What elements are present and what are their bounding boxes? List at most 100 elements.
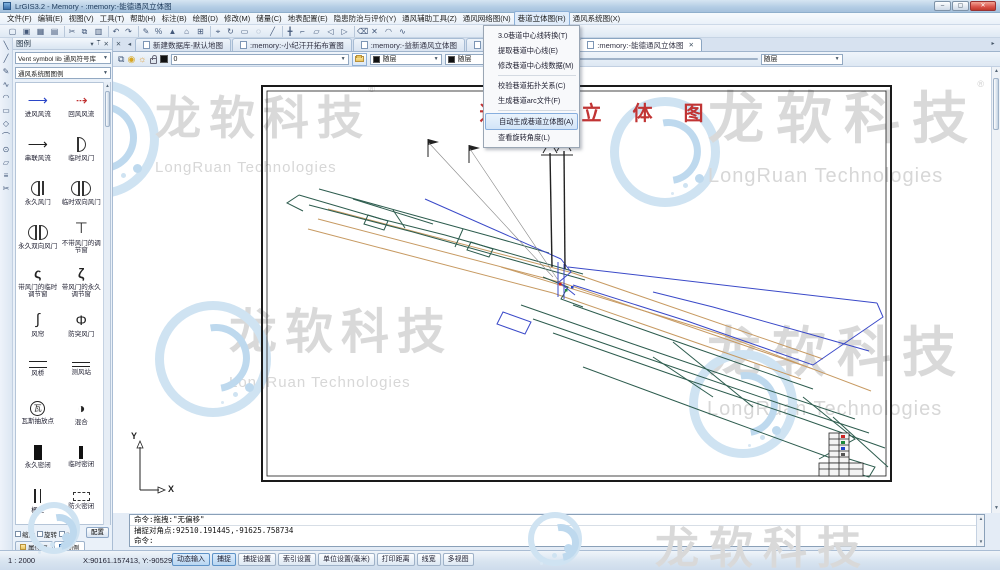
layer-manager-button[interactable] [352, 53, 367, 66]
legend-item[interactable]: 临时密闭 [60, 435, 104, 479]
spline-tool-icon[interactable]: ∿ [3, 80, 10, 89]
move-icon[interactable]: ⌖ [210, 26, 223, 37]
menu-item[interactable]: 帮助(H) [127, 12, 158, 25]
context-menu-item[interactable]: 生成巷道arc文件(F) [484, 93, 579, 108]
menu-item[interactable]: 通风系统图(X) [570, 12, 624, 25]
menu-item[interactable]: 通风网络图(N) [460, 12, 514, 25]
context-menu-item[interactable]: 校验巷道拓扑关系(C) [484, 78, 579, 93]
home-icon[interactable]: ⌂ [180, 26, 193, 37]
collapse-icon[interactable]: ▾ [90, 40, 93, 48]
curve-icon[interactable]: ∿ [396, 26, 409, 37]
arrow-left-icon[interactable]: ◁ [324, 26, 337, 37]
lineweight-select[interactable]: 随层 ▼ [761, 54, 843, 65]
document-tab[interactable]: :memory:-小纪汗开拓布置图 ✕ [232, 38, 352, 51]
copy-properties-icon[interactable]: ⧉ [118, 53, 124, 66]
rectangle-icon[interactable]: ▭ [238, 26, 251, 37]
delete-icon[interactable]: ✕ [368, 26, 381, 37]
line-tool-icon[interactable]: ╲ [4, 41, 9, 50]
redo-icon[interactable]: ↷ [122, 26, 135, 37]
status-toggle-button[interactable]: 线宽 [417, 553, 441, 566]
legend-item[interactable]: ⇢ 回风风流 [60, 83, 104, 127]
menu-item[interactable]: 隐患防治与评价(Y) [331, 12, 400, 25]
cut-icon[interactable]: ✂ [64, 26, 77, 37]
legend-item[interactable]: 瓦 瓦斯抽放点 [16, 391, 60, 435]
command-scrollbar[interactable]: ▲ ▼ [976, 515, 984, 546]
symbol-library-select[interactable]: Vent symbol lib 通风符号库 ▼ [15, 52, 111, 64]
menu-item[interactable]: 文件(F) [4, 12, 35, 25]
legend-panel-header[interactable]: 图例 ▾ ⍑ ✕ [13, 38, 112, 50]
scroll-down-icon[interactable]: ▼ [992, 504, 1000, 513]
legend-item[interactable]: ⊤ 不带风门的调节窗 [60, 215, 104, 259]
layer-color-swatch[interactable] [160, 55, 168, 63]
context-menu-item[interactable]: 3.0巷道中心线转换(T) [484, 28, 579, 43]
document-tab[interactable]: :memory:-能德通风立体图 ✕ [579, 38, 702, 51]
context-menu-item[interactable]: 自动生成巷道立体图(A) [485, 113, 578, 130]
arrow-right-icon[interactable]: ▷ [338, 26, 351, 37]
grid-icon[interactable]: ⊞ [194, 26, 207, 37]
copy-icon[interactable]: ⧉ [78, 26, 91, 37]
menu-item[interactable]: 绘图(D) [190, 12, 221, 25]
legend-item[interactable]: 栅栏 [16, 479, 60, 523]
tab-close-all-icon[interactable]: ✕ [113, 40, 124, 51]
legend-item[interactable]: ◑ 混合 [60, 391, 104, 435]
layer-select[interactable]: 0 ▼ [171, 54, 349, 65]
tab-close-icon[interactable]: ✕ [689, 41, 694, 49]
erase-icon[interactable]: ⌫ [354, 26, 367, 37]
pencil-tool-icon[interactable]: ✎ [3, 67, 10, 76]
context-menu-item[interactable]: 查看旋转角度(L) [484, 130, 579, 145]
layer-on-icon[interactable]: ◉ [127, 53, 135, 66]
menu-item[interactable]: 地表配置(E) [285, 12, 331, 25]
legend-item[interactable]: 风桥 [16, 347, 60, 391]
legend-item[interactable]: 永久风门 [16, 171, 60, 215]
color-select[interactable]: 随层 ▼ [370, 54, 442, 65]
legend-option-checkbox[interactable]: 缩放 [15, 529, 35, 539]
maximize-button[interactable]: ▢ [952, 1, 969, 11]
scroll-up-icon[interactable]: ▲ [104, 82, 111, 90]
menu-item[interactable]: 工具(T) [97, 12, 128, 25]
save-icon[interactable]: ▦ [34, 26, 47, 37]
status-toggle-button[interactable]: 捕捉 [212, 553, 236, 566]
command-line-panel[interactable]: 命令:拖拽:"无偏移"捕捉对角点:92510.191445,-91625.758… [129, 514, 985, 547]
scale-icon[interactable]: % [152, 26, 165, 37]
menu-item[interactable]: 通风辅助工具(Z) [399, 12, 460, 25]
menu-item[interactable]: 修改(M) [221, 12, 253, 25]
polygon-icon[interactable]: ▱ [310, 26, 323, 37]
status-toggle-button[interactable]: 动态输入 [172, 553, 210, 566]
legend-item[interactable]: ς 带风门的临时调节窗 [16, 259, 60, 303]
scroll-thumb[interactable] [105, 91, 110, 127]
layer-freeze-icon[interactable]: ☼ [138, 53, 146, 66]
status-toggle-button[interactable]: 多视图 [443, 553, 474, 566]
polyline-icon[interactable]: ⌐ [296, 26, 309, 37]
menu-item[interactable]: 储量(C) [253, 12, 284, 25]
new-icon[interactable]: ▢ [6, 26, 19, 37]
line-icon[interactable]: ╱ [266, 26, 279, 37]
status-toggle-button[interactable]: 索引设置 [278, 553, 316, 566]
legend-item[interactable]: 测风站 [60, 347, 104, 391]
status-toggle-button[interactable]: 捕捉设置 [238, 553, 276, 566]
menu-item[interactable]: 视图(V) [66, 12, 97, 25]
legend-item[interactable]: ∫ 风帘 [16, 303, 60, 347]
triangle-icon[interactable]: ▲ [166, 26, 179, 37]
pen-icon[interactable]: ✎ [138, 26, 151, 37]
cross-icon[interactable]: ╋ [282, 26, 295, 37]
rect-tool-icon[interactable]: ▭ [2, 106, 10, 115]
line2-tool-icon[interactable]: ╱ [4, 54, 9, 63]
config-button[interactable]: 配置 [86, 527, 109, 538]
canvas-vertical-scrollbar[interactable]: ▲ ▼ [991, 67, 1000, 513]
legend-option-checkbox[interactable]: 对齐 [59, 529, 79, 539]
legend-item[interactable]: 永久双向风门 [16, 215, 60, 259]
scroll-down-icon[interactable]: ▼ [977, 538, 985, 546]
layers-tool-icon[interactable]: ≡ [4, 171, 9, 180]
close-button[interactable]: ✕ [970, 1, 996, 11]
checkbox-icon[interactable] [15, 531, 21, 537]
rotate-icon[interactable]: ↻ [224, 26, 237, 37]
context-menu-item[interactable]: 修改巷道中心线数据(M) [484, 58, 579, 73]
legend-item[interactable]: 临时风门 [60, 127, 104, 171]
polygon-tool-icon[interactable]: ▱ [3, 158, 9, 167]
minimize-button[interactable]: – [934, 1, 951, 11]
paste-icon[interactable]: ▥ [92, 26, 105, 37]
legend-item[interactable]: ζ 带风门的永久调节窗 [60, 259, 104, 303]
close-icon[interactable]: ✕ [104, 40, 109, 48]
context-menu-item[interactable] [498, 110, 576, 111]
arc-icon[interactable]: ◠ [382, 26, 395, 37]
